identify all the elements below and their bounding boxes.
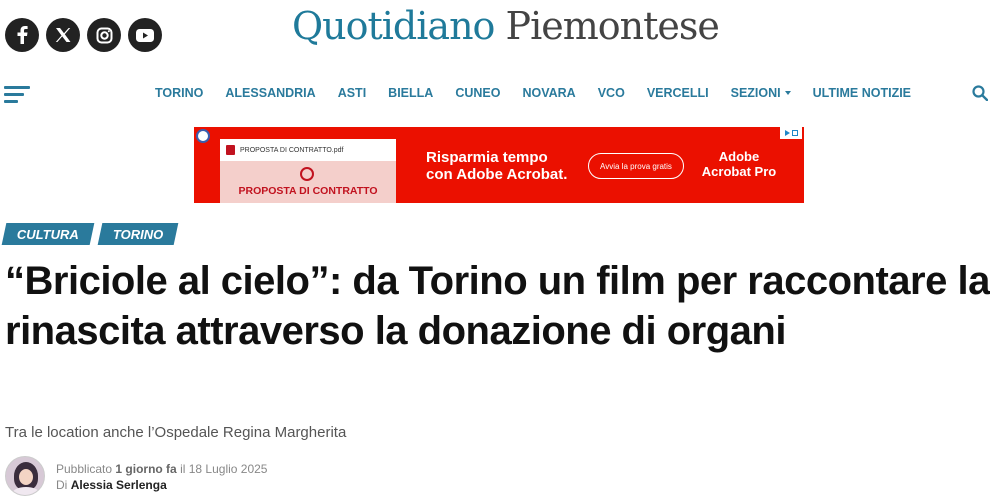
nav-label: ALESSANDRIA — [225, 86, 316, 100]
nav-item-cuneo[interactable]: CUNEO — [455, 86, 500, 100]
search-icon[interactable] — [972, 85, 989, 106]
tag-label: TORINO — [112, 226, 164, 242]
nav-item-vco[interactable]: VCO — [598, 86, 625, 100]
ad-headline: Risparmia tempo con Adobe Acrobat. — [426, 149, 567, 183]
nav-item-biella[interactable]: BIELLA — [388, 86, 433, 100]
avatar[interactable] — [5, 456, 45, 496]
author-info: Di Alessia Serlenga — [56, 477, 267, 493]
nav-label: ASTI — [337, 86, 367, 100]
ad-info-icon[interactable] — [196, 129, 210, 143]
ad-brand: Adobe Acrobat Pro — [694, 149, 784, 179]
tag-cultura[interactable]: CULTURA — [1, 223, 95, 245]
publish-info: Pubblicato 1 giorno fa il 18 Luglio 2025 — [56, 461, 267, 477]
site-header: Quotidiano Piemontese — [0, 0, 990, 72]
adchoices-icon[interactable] — [780, 127, 802, 139]
ad-brand-line: Acrobat Pro — [701, 164, 777, 179]
published-prefix: Pubblicato — [56, 462, 113, 476]
author-name-link[interactable]: Alessia Serlenga — [71, 478, 167, 492]
site-logo[interactable]: Quotidiano Piemontese — [292, 4, 720, 48]
ad-document-preview: PROPOSTA DI CONTRATTO.pdf PROPOSTA DI CO… — [220, 139, 396, 203]
published-time: 1 giorno fa — [115, 462, 177, 476]
nav-links: TORINO ALESSANDRIA ASTI BIELLA CUNEO NOV… — [155, 86, 933, 100]
ad-cta-button[interactable]: Avvia la prova gratis — [588, 153, 684, 179]
social-links — [5, 18, 162, 52]
nav-label: VCO — [597, 86, 625, 100]
logo-text-piemontese: Piemontese — [505, 4, 720, 48]
article-byline: Pubblicato 1 giorno fa il 18 Luglio 2025… — [5, 456, 405, 496]
nav-item-alessandria[interactable]: ALESSANDRIA — [225, 86, 315, 100]
nav-label: VERCELLI — [646, 86, 709, 100]
published-date: il 18 Luglio 2025 — [180, 462, 268, 476]
nav-item-asti[interactable]: ASTI — [338, 86, 366, 100]
acrobat-icon — [300, 167, 314, 181]
ad-headline-line: Risparmia tempo — [426, 149, 548, 166]
instagram-icon[interactable] — [87, 18, 121, 52]
nav-item-sezioni[interactable]: SEZIONI — [731, 86, 791, 100]
ad-doc-header: PROPOSTA DI CONTRATTO.pdf — [220, 139, 396, 161]
ad-doc-label: PROPOSTA DI CONTRATTO — [238, 185, 378, 197]
tag-label: CULTURA — [17, 226, 79, 242]
nav-item-ultime-notizie[interactable]: ULTIME NOTIZIE — [813, 86, 911, 100]
nav-label: TORINO — [155, 86, 204, 100]
ad-banner[interactable]: PROPOSTA DI CONTRATTO.pdf PROPOSTA DI CO… — [194, 127, 804, 203]
ad-headline-line: con Adobe Acrobat. — [426, 166, 568, 183]
article-tags: CULTURA TORINO — [1, 223, 179, 245]
nav-item-novara[interactable]: NOVARA — [522, 86, 575, 100]
nav-item-torino[interactable]: TORINO — [155, 86, 203, 100]
x-icon[interactable] — [46, 18, 80, 52]
nav-label: NOVARA — [522, 86, 576, 100]
tag-torino[interactable]: TORINO — [97, 223, 179, 245]
menu-icon[interactable] — [4, 84, 32, 104]
chevron-down-icon — [784, 91, 791, 95]
ad-brand-line: Adobe — [718, 149, 760, 164]
nav-item-vercelli[interactable]: VERCELLI — [647, 86, 709, 100]
logo-text-quotidiano: Quotidiano — [292, 4, 495, 48]
by-prefix: Di — [56, 478, 68, 492]
article-subtitle: Tra le location anche l’Ospedale Regina … — [5, 424, 347, 441]
main-nav: TORINO ALESSANDRIA ASTI BIELLA CUNEO NOV… — [0, 72, 990, 116]
pdf-icon — [226, 145, 235, 155]
ad-doc-filename: PROPOSTA DI CONTRATTO.pdf — [240, 146, 344, 154]
youtube-icon[interactable] — [128, 18, 162, 52]
article-meta: Pubblicato 1 giorno fa il 18 Luglio 2025… — [56, 461, 267, 493]
article-title: “Briciole al cielo”: da Torino un film p… — [5, 259, 990, 353]
nav-label: ULTIME NOTIZIE — [812, 86, 912, 100]
nav-label: BIELLA — [388, 86, 434, 100]
facebook-icon[interactable] — [5, 18, 39, 52]
nav-label: SEZIONI — [730, 86, 781, 100]
nav-label: CUNEO — [455, 86, 501, 100]
